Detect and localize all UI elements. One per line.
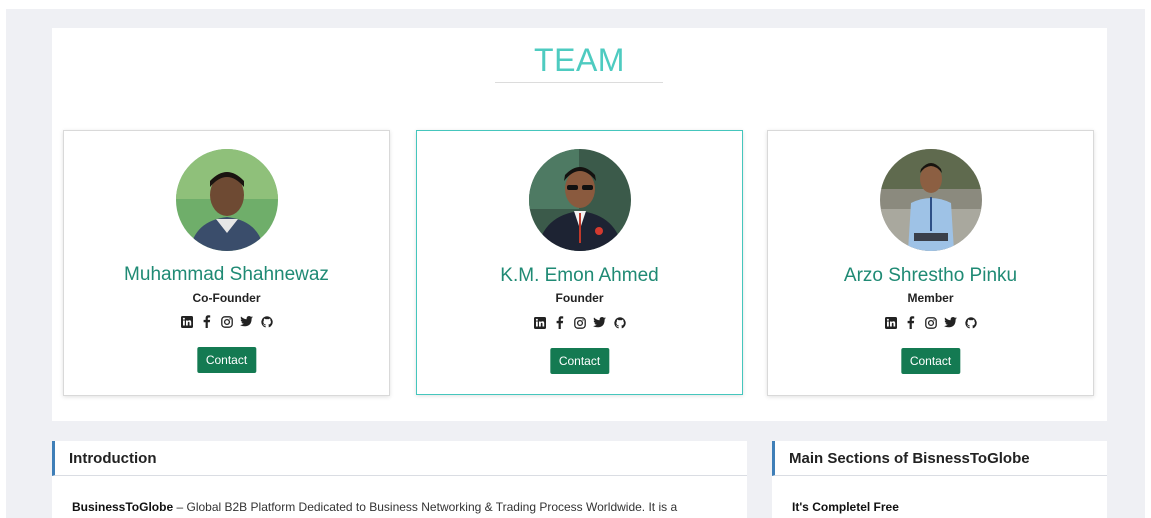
facebook-icon[interactable] bbox=[904, 316, 917, 329]
member-name: Muhammad Shahnewaz bbox=[124, 264, 329, 285]
twitter-icon[interactable] bbox=[240, 315, 253, 328]
team-card-emon: K.M. Emon Ahmed Founder Contact bbox=[416, 130, 743, 395]
github-icon[interactable] bbox=[613, 316, 626, 329]
instagram-icon[interactable] bbox=[573, 316, 586, 329]
twitter-icon[interactable] bbox=[944, 316, 957, 329]
introduction-body: – Global B2B Platform Dedicated to Busin… bbox=[173, 500, 678, 514]
avatar bbox=[880, 149, 982, 251]
member-role: Member bbox=[907, 291, 954, 305]
contact-button[interactable]: Contact bbox=[900, 348, 961, 374]
instagram-icon[interactable] bbox=[924, 316, 937, 329]
member-name: K.M. Emon Ahmed bbox=[500, 265, 659, 286]
introduction-heading: Introduction bbox=[52, 441, 747, 476]
social-links bbox=[64, 315, 389, 328]
contact-button[interactable]: Contact bbox=[196, 347, 257, 373]
member-role: Co-Founder bbox=[192, 291, 261, 305]
twitter-icon[interactable] bbox=[593, 316, 606, 329]
team-card-arzo: Arzo Shrestho Pinku Member Contact bbox=[767, 130, 1094, 396]
member-role: Founder bbox=[555, 291, 604, 305]
title-underline bbox=[495, 82, 663, 83]
avatar bbox=[529, 149, 631, 251]
brand-name: BusinessToGlobe bbox=[72, 500, 174, 514]
avatar bbox=[176, 149, 278, 251]
github-icon[interactable] bbox=[964, 316, 977, 329]
github-icon[interactable] bbox=[260, 315, 273, 328]
linkedin-icon[interactable] bbox=[884, 316, 897, 329]
introduction-box: Introduction BusinessToGlobe – Global B2… bbox=[52, 441, 747, 518]
contact-button[interactable]: Contact bbox=[549, 348, 610, 374]
introduction-text: BusinessToGlobe – Global B2B Platform De… bbox=[72, 500, 677, 514]
main-sections-item: It's Completel Free bbox=[792, 500, 899, 514]
member-name: Arzo Shrestho Pinku bbox=[843, 265, 1018, 286]
main-sections-box: Main Sections of BisnessToGlobe It's Com… bbox=[772, 441, 1107, 518]
linkedin-icon[interactable] bbox=[533, 316, 546, 329]
main-sections-heading: Main Sections of BisnessToGlobe bbox=[772, 441, 1107, 476]
facebook-icon[interactable] bbox=[200, 315, 213, 328]
instagram-icon[interactable] bbox=[220, 315, 233, 328]
linkedin-icon[interactable] bbox=[180, 315, 193, 328]
team-title: TEAM bbox=[534, 42, 625, 78]
team-section: TEAM Muhammad Shahnewaz Co-Founder Conta… bbox=[52, 28, 1107, 421]
social-links bbox=[417, 316, 742, 329]
social-links bbox=[768, 316, 1093, 329]
team-card-shahnewaz: Muhammad Shahnewaz Co-Founder Contact bbox=[63, 130, 390, 396]
facebook-icon[interactable] bbox=[553, 316, 566, 329]
